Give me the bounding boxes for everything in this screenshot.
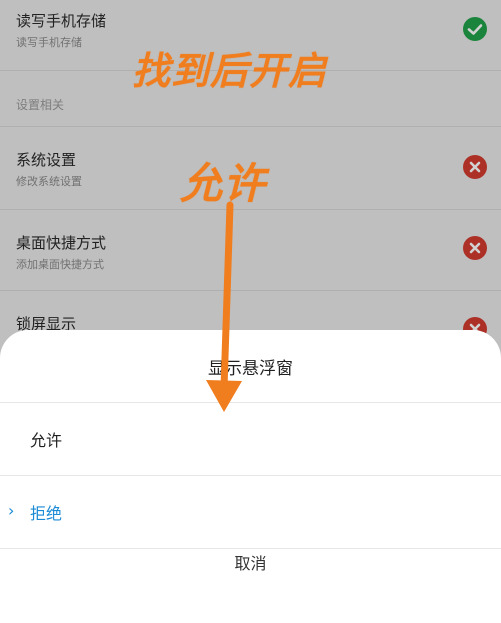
option-label: 允许 (30, 431, 63, 450)
option-label: 拒绝 (30, 504, 63, 523)
floating-window-dialog: 显示悬浮窗 允许 › 拒绝 取消 (0, 330, 501, 623)
dialog-title: 显示悬浮窗 (208, 359, 293, 379)
cancel-button[interactable]: 取消 (0, 550, 501, 574)
chevron-right-icon: › (8, 501, 15, 520)
annotation-allow: 允许 (180, 159, 267, 208)
option-allow[interactable]: 允许 (0, 403, 501, 475)
divider (0, 548, 501, 549)
annotation-find-enable: 找到后开启 (132, 49, 328, 93)
option-deny[interactable]: › 拒绝 (0, 476, 501, 548)
